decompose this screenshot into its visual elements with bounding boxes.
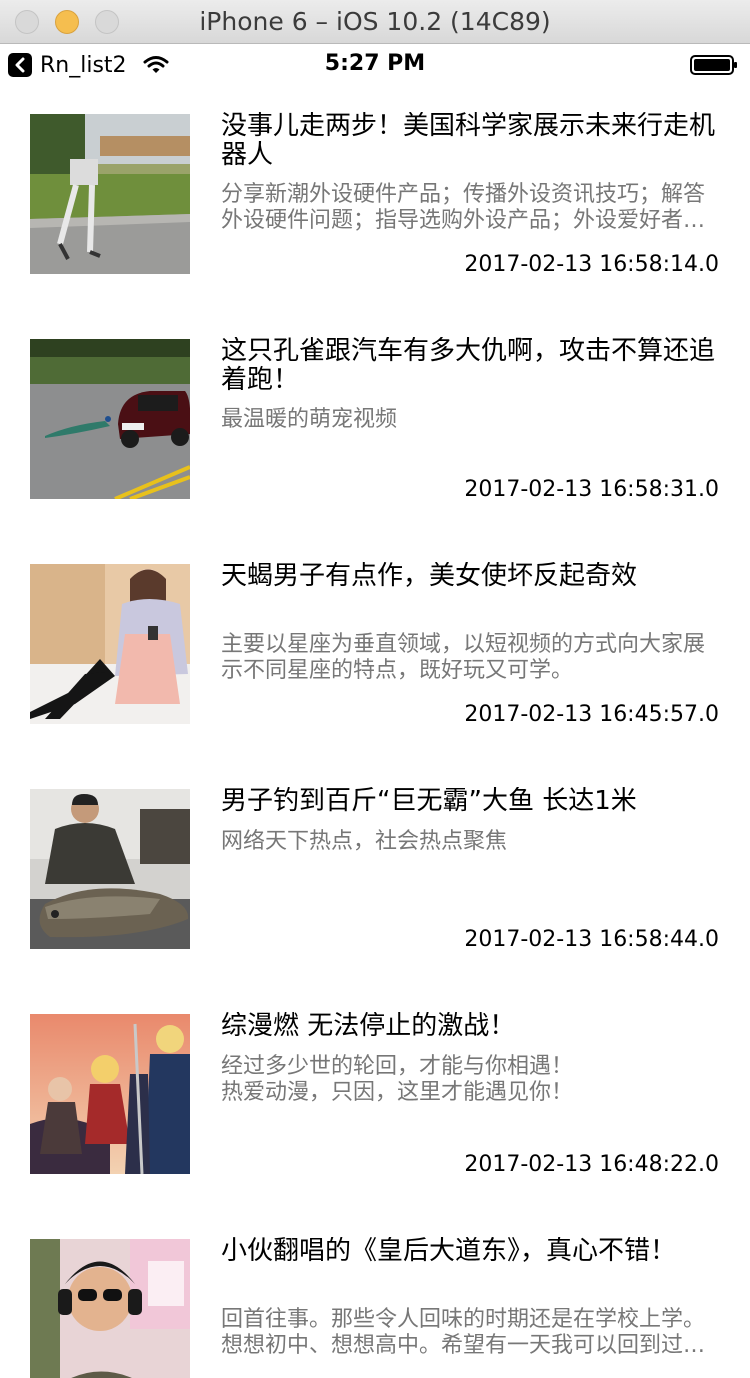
item-title: 这只孔雀跟汽车有多大仇啊，攻击不算还追着跑！ [221, 337, 716, 395]
item-description: 最温暖的萌宠视频 [221, 407, 398, 432]
item-title: 小伙翻唱的《皇后大道东》，真心不错！ [221, 1237, 677, 1266]
item-description: 分享新潮外设硬件产品；传播外设资讯技巧；解答外设硬件问题；指导选购外设产品；外设… [221, 182, 706, 233]
list-item[interactable]: 综漫燃 无法停止的激战！ 经过多少世的轮回，才能与你相遇！ 热爱动漫，只因，这里… [0, 984, 750, 1209]
list-item[interactable]: 小伙翻唱的《皇后大道东》，真心不错！ 回首往事。那些令人回味的时期还是在学校上学… [0, 1209, 750, 1378]
item-thumbnail [30, 1014, 190, 1174]
item-title: 男子钓到百斤“巨无霸”大鱼 长达1米 [221, 787, 637, 816]
simulator-window: iPhone 6 – iOS 10.2 (14C89) Rn_list2 5:2… [0, 0, 750, 1378]
battery-icon [690, 55, 737, 75]
item-thumbnail [30, 1239, 190, 1378]
window-titlebar: iPhone 6 – iOS 10.2 (14C89) [0, 0, 750, 44]
item-title: 没事儿走两步！美国科学家展示未来行走机器人 [221, 112, 716, 170]
list-item[interactable]: 天蝎男子有点作，美女使坏反起奇效 主要以星座为垂直领域，以短视频的方式向大家展示… [0, 534, 750, 759]
item-title: 天蝎男子有点作，美女使坏反起奇效 [221, 562, 638, 591]
list-item[interactable]: 这只孔雀跟汽车有多大仇啊，攻击不算还追着跑！ 最温暖的萌宠视频 2017-02-… [0, 309, 750, 534]
item-title: 综漫燃 无法停止的激战！ [221, 1012, 516, 1041]
list-item[interactable]: 没事儿走两步！美国科学家展示未来行走机器人 分享新潮外设硬件产品；传播外设资讯技… [0, 84, 750, 309]
item-description: 经过多少世的轮回，才能与你相遇！ 热爱动漫，只因，这里才能遇见你！ [221, 1054, 574, 1105]
item-description: 回首往事。那些令人回味的时期还是在学校上学。想想初中、想想高中。希望有一天我可以… [221, 1307, 706, 1358]
news-list[interactable]: 没事儿走两步！美国科学家展示未来行走机器人 分享新潮外设硬件产品；传播外设资讯技… [0, 84, 750, 1378]
item-description: 主要以星座为垂直领域，以短视频的方式向大家展示不同星座的特点，既好玩又可学。 [221, 632, 706, 683]
item-timestamp: 2017-02-13 16:48:22.0 [464, 1152, 719, 1177]
item-timestamp: 2017-02-13 16:45:57.0 [464, 702, 719, 727]
item-thumbnail [30, 339, 190, 499]
item-timestamp: 2017-02-13 16:58:44.0 [464, 927, 719, 952]
window-title: iPhone 6 – iOS 10.2 (14C89) [199, 7, 551, 36]
item-timestamp: 2017-02-13 16:58:14.0 [464, 252, 719, 277]
item-description: 网络天下热点，社会热点聚焦 [221, 829, 508, 854]
status-time: 5:27 PM [324, 51, 426, 76]
item-thumbnail [30, 789, 190, 949]
ios-status-bar: Rn_list2 5:27 PM [0, 44, 750, 84]
list-item[interactable]: 男子钓到百斤“巨无霸”大鱼 长达1米 网络天下热点，社会热点聚焦 2017-02… [0, 759, 750, 984]
item-timestamp: 2017-02-13 16:58:31.0 [464, 477, 719, 502]
item-thumbnail [30, 114, 190, 274]
item-thumbnail [30, 564, 190, 724]
